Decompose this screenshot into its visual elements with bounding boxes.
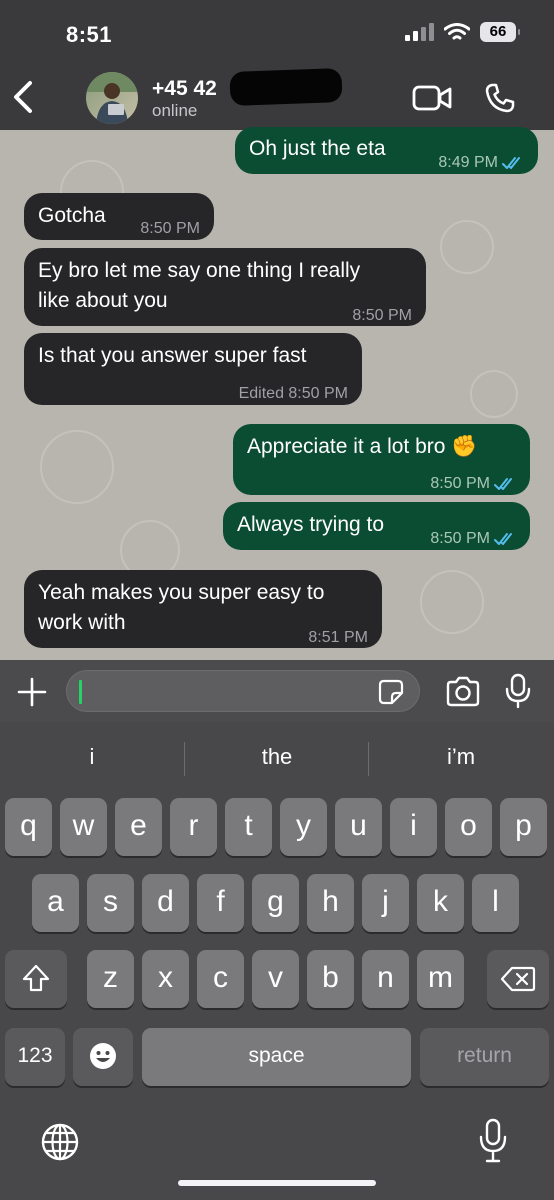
- key-j[interactable]: j: [362, 874, 409, 932]
- key-u[interactable]: u: [335, 798, 382, 856]
- key-k[interactable]: k: [417, 874, 464, 932]
- suggestion-1[interactable]: i: [0, 744, 184, 770]
- message-meta: 8:50 PM: [430, 468, 516, 499]
- key-e[interactable]: e: [115, 798, 162, 856]
- message-meta: 8:50 PM: [430, 523, 516, 554]
- wallpaper-doodle: [40, 430, 114, 504]
- message-meta: 8:49 PM: [438, 147, 524, 178]
- avatar-photo-icon: [86, 72, 138, 124]
- microphone-icon[interactable]: [504, 673, 532, 709]
- key-w[interactable]: w: [60, 798, 107, 856]
- status-time: 8:51: [66, 22, 113, 47]
- video-call-icon[interactable]: [412, 84, 452, 112]
- incoming-message[interactable]: Yeah makes you super easy to work with 8…: [24, 570, 382, 648]
- incoming-message[interactable]: Gotcha 8:50 PM: [24, 193, 214, 240]
- contact-status: online: [152, 101, 198, 120]
- message-text: Gotcha: [38, 204, 106, 227]
- key-o[interactable]: o: [445, 798, 492, 856]
- phone-call-icon[interactable]: [484, 82, 516, 114]
- message-time: Edited 8:50 PM: [238, 385, 348, 402]
- contact-name[interactable]: +45 42: [152, 77, 217, 101]
- message-time: 8:50 PM: [140, 220, 200, 237]
- chat-header: [0, 0, 554, 130]
- read-receipt-icon: [502, 156, 520, 169]
- message-text-line-1: Ey bro let me say one thing I really: [38, 259, 361, 282]
- suggestion-2[interactable]: the: [185, 744, 369, 770]
- key-n[interactable]: n: [362, 950, 409, 1008]
- message-time: 8:50 PM: [352, 307, 412, 324]
- wifi-icon: [444, 22, 470, 39]
- read-receipt-icon: [494, 532, 512, 545]
- sticker-icon[interactable]: [378, 679, 404, 705]
- key-b[interactable]: b: [307, 950, 354, 1008]
- key-x[interactable]: x: [142, 950, 189, 1008]
- message-time: 8:50 PM: [430, 475, 490, 492]
- key-m[interactable]: m: [417, 950, 464, 1008]
- status-icons: 66: [404, 22, 520, 42]
- key-i[interactable]: i: [390, 798, 437, 856]
- dictation-mic-icon[interactable]: [478, 1118, 508, 1164]
- back-chevron-icon[interactable]: [10, 80, 36, 114]
- numbers-key[interactable]: 123: [5, 1028, 65, 1086]
- suggestion-3[interactable]: i’m: [369, 744, 553, 770]
- emoji-icon: [90, 1043, 116, 1069]
- space-key[interactable]: space: [142, 1028, 411, 1086]
- key-a[interactable]: a: [32, 874, 79, 932]
- message-text: Is that you answer super fast: [38, 344, 307, 367]
- key-f[interactable]: f: [197, 874, 244, 932]
- message-time: 8:51 PM: [308, 629, 368, 646]
- key-t[interactable]: t: [225, 798, 272, 856]
- backspace-icon: [500, 966, 536, 992]
- key-s[interactable]: s: [87, 874, 134, 932]
- shift-key[interactable]: [5, 950, 67, 1008]
- shift-icon: [22, 964, 50, 992]
- message-input[interactable]: [66, 670, 420, 712]
- cellular-signal-icon: [405, 23, 434, 41]
- key-v[interactable]: v: [252, 950, 299, 1008]
- key-y[interactable]: y: [280, 798, 327, 856]
- incoming-message[interactable]: Ey bro let me say one thing I really lik…: [24, 248, 426, 326]
- home-indicator: [178, 1180, 376, 1186]
- key-c[interactable]: c: [197, 950, 244, 1008]
- message-time: 8:50 PM: [430, 530, 490, 547]
- message-text-line-2: like about you: [38, 289, 168, 312]
- globe-icon[interactable]: [40, 1122, 80, 1162]
- battery-indicator: 66: [480, 22, 520, 42]
- camera-icon[interactable]: [445, 676, 481, 708]
- outgoing-message[interactable]: Always trying to 8:50 PM: [223, 502, 530, 550]
- message-time: 8:49 PM: [438, 154, 498, 171]
- incoming-message[interactable]: Is that you answer super fast Edited 8:5…: [24, 333, 362, 405]
- text-caret: [79, 680, 82, 704]
- message-text: Always trying to: [237, 513, 385, 536]
- wallpaper-doodle: [440, 220, 494, 274]
- wallpaper-doodle: [470, 370, 518, 418]
- redaction-scribble: [229, 68, 343, 106]
- key-p[interactable]: p: [500, 798, 547, 856]
- key-r[interactable]: r: [170, 798, 217, 856]
- key-g[interactable]: g: [252, 874, 299, 932]
- outgoing-message[interactable]: Appreciate it a lot bro ✊ 8:50 PM: [233, 424, 530, 495]
- plus-icon[interactable]: [16, 676, 48, 708]
- wallpaper-doodle: [420, 570, 484, 634]
- key-z[interactable]: z: [87, 950, 134, 1008]
- outgoing-message[interactable]: Oh just the eta 8:49 PM: [235, 127, 538, 174]
- avatar[interactable]: [86, 72, 138, 124]
- read-receipt-icon: [494, 477, 512, 490]
- return-key[interactable]: return: [420, 1028, 549, 1086]
- key-h[interactable]: h: [307, 874, 354, 932]
- backspace-key[interactable]: [487, 950, 549, 1008]
- emoji-key[interactable]: [73, 1028, 133, 1086]
- key-q[interactable]: q: [5, 798, 52, 856]
- message-text: Appreciate it a lot bro ✊: [247, 435, 478, 458]
- message-text-line-2: work with: [38, 611, 126, 634]
- key-l[interactable]: l: [472, 874, 519, 932]
- key-d[interactable]: d: [142, 874, 189, 932]
- message-text-line-1: Yeah makes you super easy to: [38, 581, 325, 604]
- message-text: Oh just the eta: [249, 137, 386, 160]
